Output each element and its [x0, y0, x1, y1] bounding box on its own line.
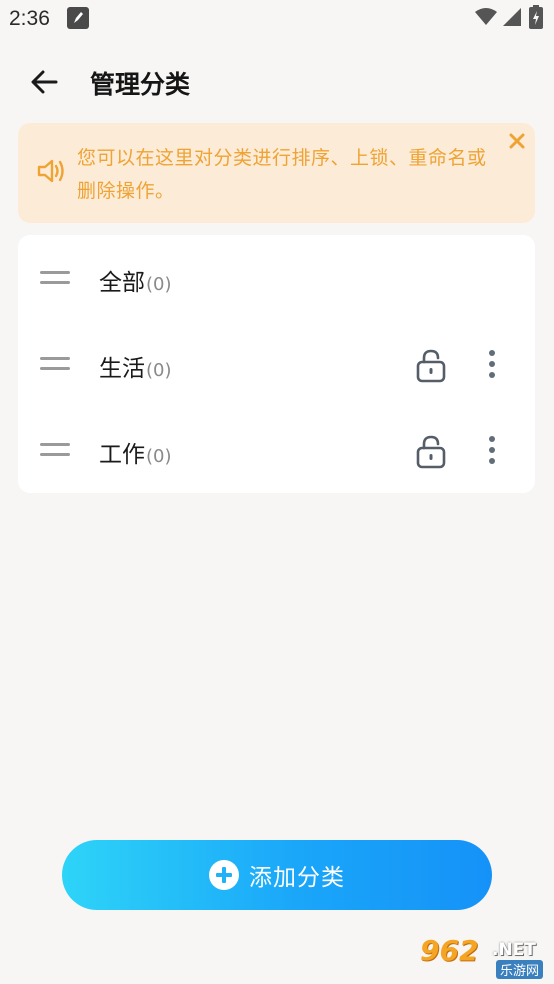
watermark-logo: 962 .NET 乐游网	[412, 934, 554, 982]
signal-icon	[503, 8, 521, 26]
category-row-work: 工作(0)	[18, 407, 535, 493]
category-row-life: 生活(0)	[18, 321, 535, 407]
watermark-net: .NET	[492, 940, 536, 960]
plus-circle-icon	[209, 860, 239, 890]
category-row-all: 全部(0)	[18, 235, 535, 321]
category-count: (0)	[146, 446, 172, 467]
lock-button[interactable]	[412, 433, 450, 471]
back-button[interactable]	[24, 62, 64, 102]
drag-handle-icon[interactable]	[40, 355, 70, 373]
watermark-main: 962	[420, 934, 479, 967]
page-title: 管理分类	[90, 70, 191, 99]
more-options-button[interactable]	[478, 347, 506, 381]
category-label[interactable]: 工作(0)	[99, 435, 172, 469]
status-time: 2:36	[9, 7, 50, 30]
category-count: (0)	[146, 274, 172, 295]
battery-icon	[529, 5, 543, 29]
unlock-icon	[416, 435, 446, 469]
lock-button[interactable]	[412, 347, 450, 385]
watermark-sub: 乐游网	[496, 960, 544, 979]
category-list: 全部(0) 生活(0) 工作(0)	[18, 235, 535, 493]
note-notification-icon	[67, 7, 89, 29]
more-options-button[interactable]	[478, 433, 506, 467]
unlock-icon	[416, 349, 446, 383]
close-icon	[509, 133, 525, 149]
wifi-icon	[475, 8, 497, 25]
drag-handle-icon[interactable]	[40, 441, 70, 459]
notice-banner: 您可以在这里对分类进行排序、上锁、重命名或删除操作。	[18, 123, 535, 223]
category-label[interactable]: 全部(0)	[99, 263, 172, 297]
app-header: 管理分类	[0, 52, 554, 110]
close-notice-button[interactable]	[504, 128, 530, 154]
status-bar: 2:36	[0, 0, 554, 40]
notice-text: 您可以在这里对分类进行排序、上锁、重命名或删除操作。	[77, 147, 487, 202]
add-category-button[interactable]: 添加分类	[62, 840, 492, 910]
drag-handle-icon[interactable]	[40, 269, 70, 287]
category-name: 工作	[99, 442, 145, 468]
category-name: 全部	[99, 270, 145, 296]
add-category-label: 添加分类	[249, 865, 345, 891]
category-count: (0)	[146, 360, 172, 381]
speaker-icon	[37, 159, 64, 183]
category-name: 生活	[99, 356, 145, 382]
arrow-left-icon	[31, 70, 58, 94]
category-label[interactable]: 生活(0)	[99, 349, 172, 383]
